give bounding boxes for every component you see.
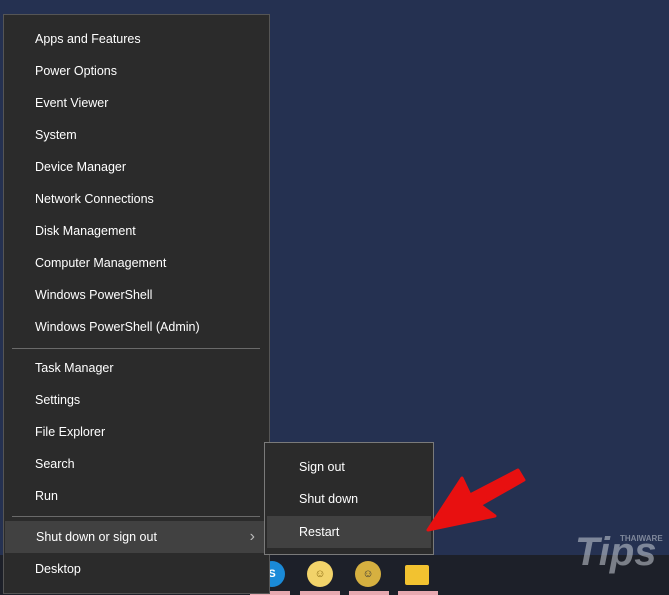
watermark-logo: Tips THAIWARE — [575, 530, 663, 574]
red-arrow-annotation — [426, 468, 526, 532]
